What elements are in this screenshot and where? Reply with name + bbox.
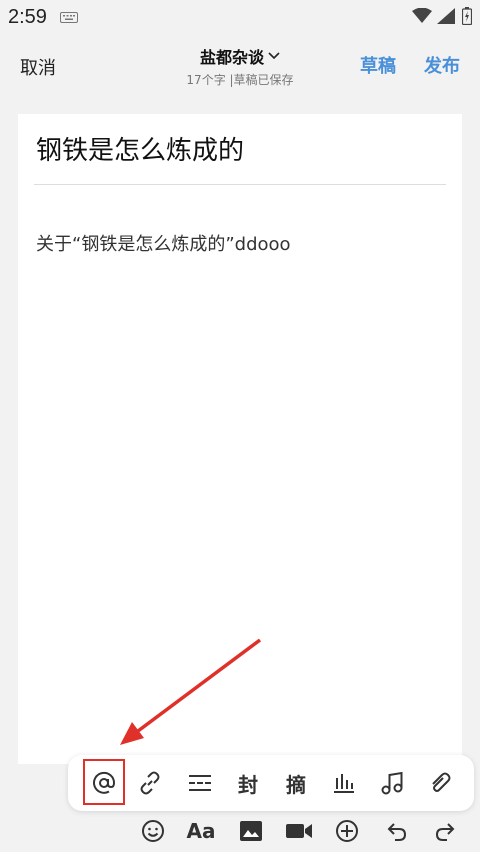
music-icon[interactable] [372,763,412,803]
chevron-down-icon [268,52,280,60]
battery-icon [462,7,472,25]
text-format-label: Aa [186,819,216,843]
publish-button[interactable]: 发布 [424,52,460,78]
add-icon[interactable] [330,814,364,848]
draft-status: 17个字 |草稿已保存 [186,73,294,87]
wifi-icon [412,8,432,23]
chart-icon[interactable] [324,763,364,803]
insert-toolbar: 封 摘 [68,755,474,811]
column-selector[interactable]: 盐都杂谈 17个字 |草稿已保存 [150,44,330,88]
undo-icon[interactable] [380,814,414,848]
video-icon[interactable] [282,814,316,848]
cover-icon[interactable]: 封 [228,763,268,803]
redo-icon[interactable] [428,814,462,848]
article-title-input[interactable]: 钢铁是怎么炼成的 [36,130,244,167]
editor-header: 取消 盐都杂谈 17个字 |草稿已保存 草稿 发布 [0,34,480,96]
attachment-icon[interactable] [420,763,460,803]
status-time: 2:59 [8,6,47,28]
column-name-wrap[interactable]: 盐都杂谈 [200,44,280,68]
column-name: 盐都杂谈 [199,48,264,67]
status-bar: 2:59 [0,0,480,34]
drafts-button[interactable]: 草稿 [360,52,396,78]
text-format-icon[interactable]: Aa [184,814,218,848]
title-divider [34,184,446,185]
at-mention-icon[interactable] [84,763,124,803]
annotation-arrow [120,638,262,745]
keyboard-icon [60,12,78,23]
signal-icon [437,8,455,24]
divider-icon[interactable] [180,763,220,803]
format-toolbar: Aa [0,812,480,852]
article-body-input[interactable]: 关于“钢铁是怎么炼成的”ddooo [36,230,291,256]
image-icon[interactable] [234,814,268,848]
link-icon[interactable] [130,763,170,803]
emoji-icon[interactable] [136,814,170,848]
cancel-button[interactable]: 取消 [20,54,56,80]
excerpt-icon[interactable]: 摘 [276,763,316,803]
